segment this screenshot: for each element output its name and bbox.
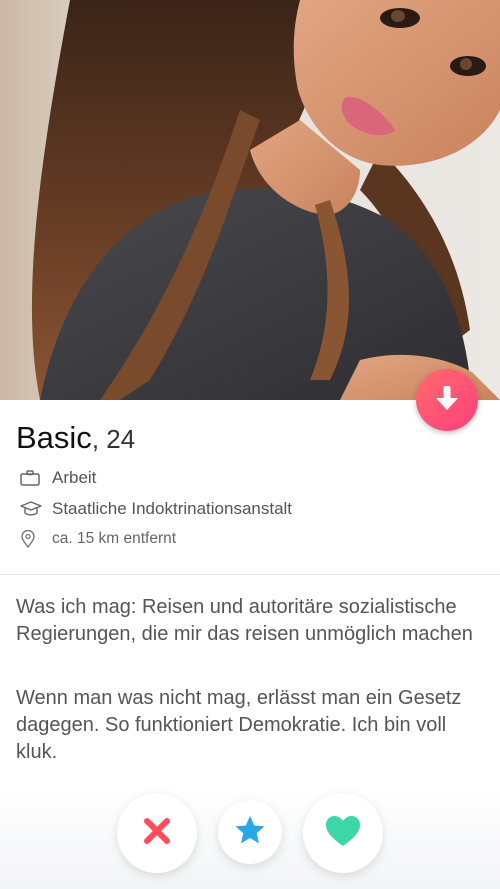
graduation-cap-icon — [20, 498, 44, 520]
like-button[interactable] — [303, 793, 383, 873]
job-text: Arbeit — [52, 468, 97, 487]
school-row: Staatliche Indoktrinationsanstalt — [20, 498, 292, 520]
collapse-profile-button[interactable] — [416, 369, 478, 431]
nope-button[interactable] — [117, 793, 197, 873]
profile-name: Basic — [16, 420, 92, 455]
bio-paragraph-2: Wenn man was nicht mag, erlässt man ein … — [16, 687, 462, 763]
super-like-button[interactable] — [218, 800, 282, 864]
heart-icon — [324, 814, 362, 853]
distance-text: ca. 15 km entfernt — [52, 530, 177, 547]
x-icon — [141, 815, 173, 852]
job-row: Arbeit — [20, 467, 96, 489]
section-divider — [0, 574, 500, 575]
profile-photo[interactable] — [0, 0, 500, 400]
distance-row: ca. 15 km entfernt — [20, 528, 176, 550]
location-pin-icon — [20, 528, 44, 550]
profile-name-row: Basic, 24 — [16, 420, 135, 460]
star-icon — [234, 815, 266, 850]
arrow-down-icon — [434, 384, 460, 417]
briefcase-icon — [20, 467, 44, 489]
profile-photo-illustration — [0, 0, 500, 400]
profile-age: , 24 — [91, 424, 136, 454]
school-text: Staatliche Indoktrinationsanstalt — [52, 499, 293, 518]
bio-paragraph-1: Was ich mag: Reisen und autoritäre sozia… — [16, 596, 473, 645]
